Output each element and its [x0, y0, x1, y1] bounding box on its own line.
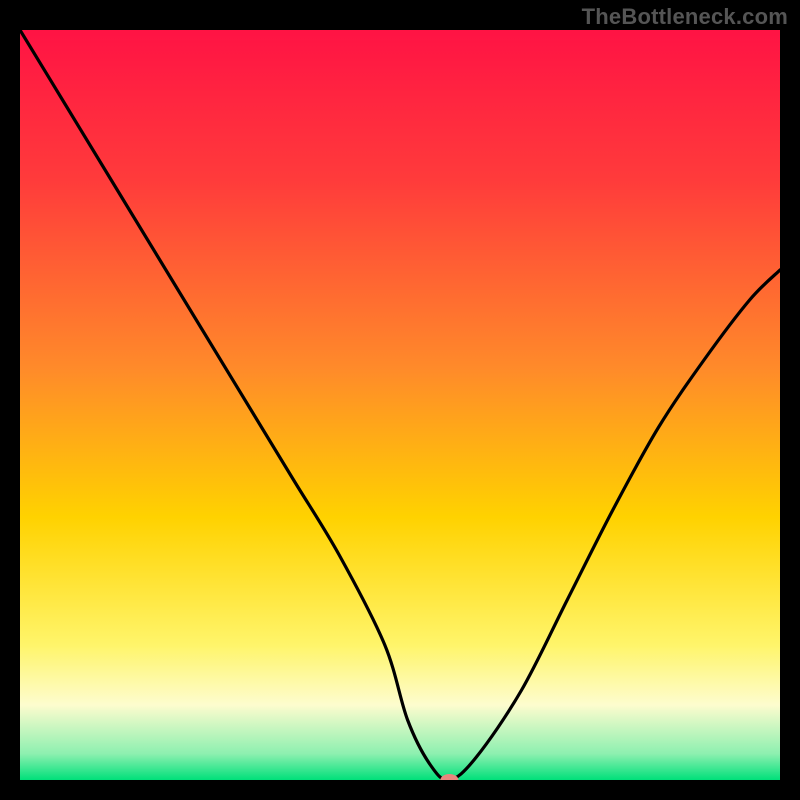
chart-frame: TheBottleneck.com [0, 0, 800, 800]
bottleneck-chart [20, 30, 780, 780]
gradient-background [20, 30, 780, 780]
watermark-text: TheBottleneck.com [582, 4, 788, 30]
plot-area [20, 30, 780, 780]
